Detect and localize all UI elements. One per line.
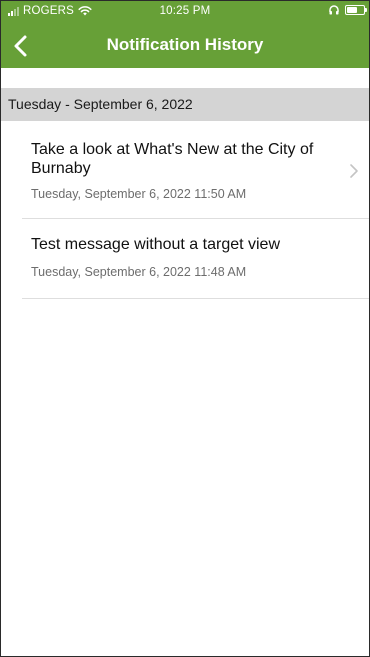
navigation-bar: Notification History	[1, 26, 369, 66]
status-bar: ROGERS 10:25 PM	[1, 1, 369, 23]
spacer	[1, 68, 369, 88]
notification-list: Take a look at What's New at the City of…	[1, 121, 369, 299]
status-right	[329, 5, 367, 15]
notification-item[interactable]: Test message without a target view Tuesd…	[22, 219, 369, 299]
notification-item[interactable]: Take a look at What's New at the City of…	[22, 121, 369, 219]
app-screen: ROGERS 10:25 PM Notification History Tue…	[0, 0, 370, 657]
chevron-right-icon	[350, 164, 358, 178]
header-bar: ROGERS 10:25 PM Notification History	[1, 1, 369, 68]
page-title: Notification History	[106, 35, 264, 54]
notification-timestamp: Tuesday, September 6, 2022 11:50 AM	[31, 187, 247, 201]
status-time: 10:25 PM	[159, 5, 211, 17]
section-header-date: Tuesday - September 6, 2022	[1, 88, 369, 121]
headphones-icon	[329, 5, 339, 15]
notification-title: Test message without a target view	[31, 236, 281, 253]
notification-title: Take a look at What's New at the City of…	[31, 141, 314, 177]
notification-timestamp: Tuesday, September 6, 2022 11:48 AM	[31, 265, 247, 279]
battery-icon	[345, 5, 367, 15]
